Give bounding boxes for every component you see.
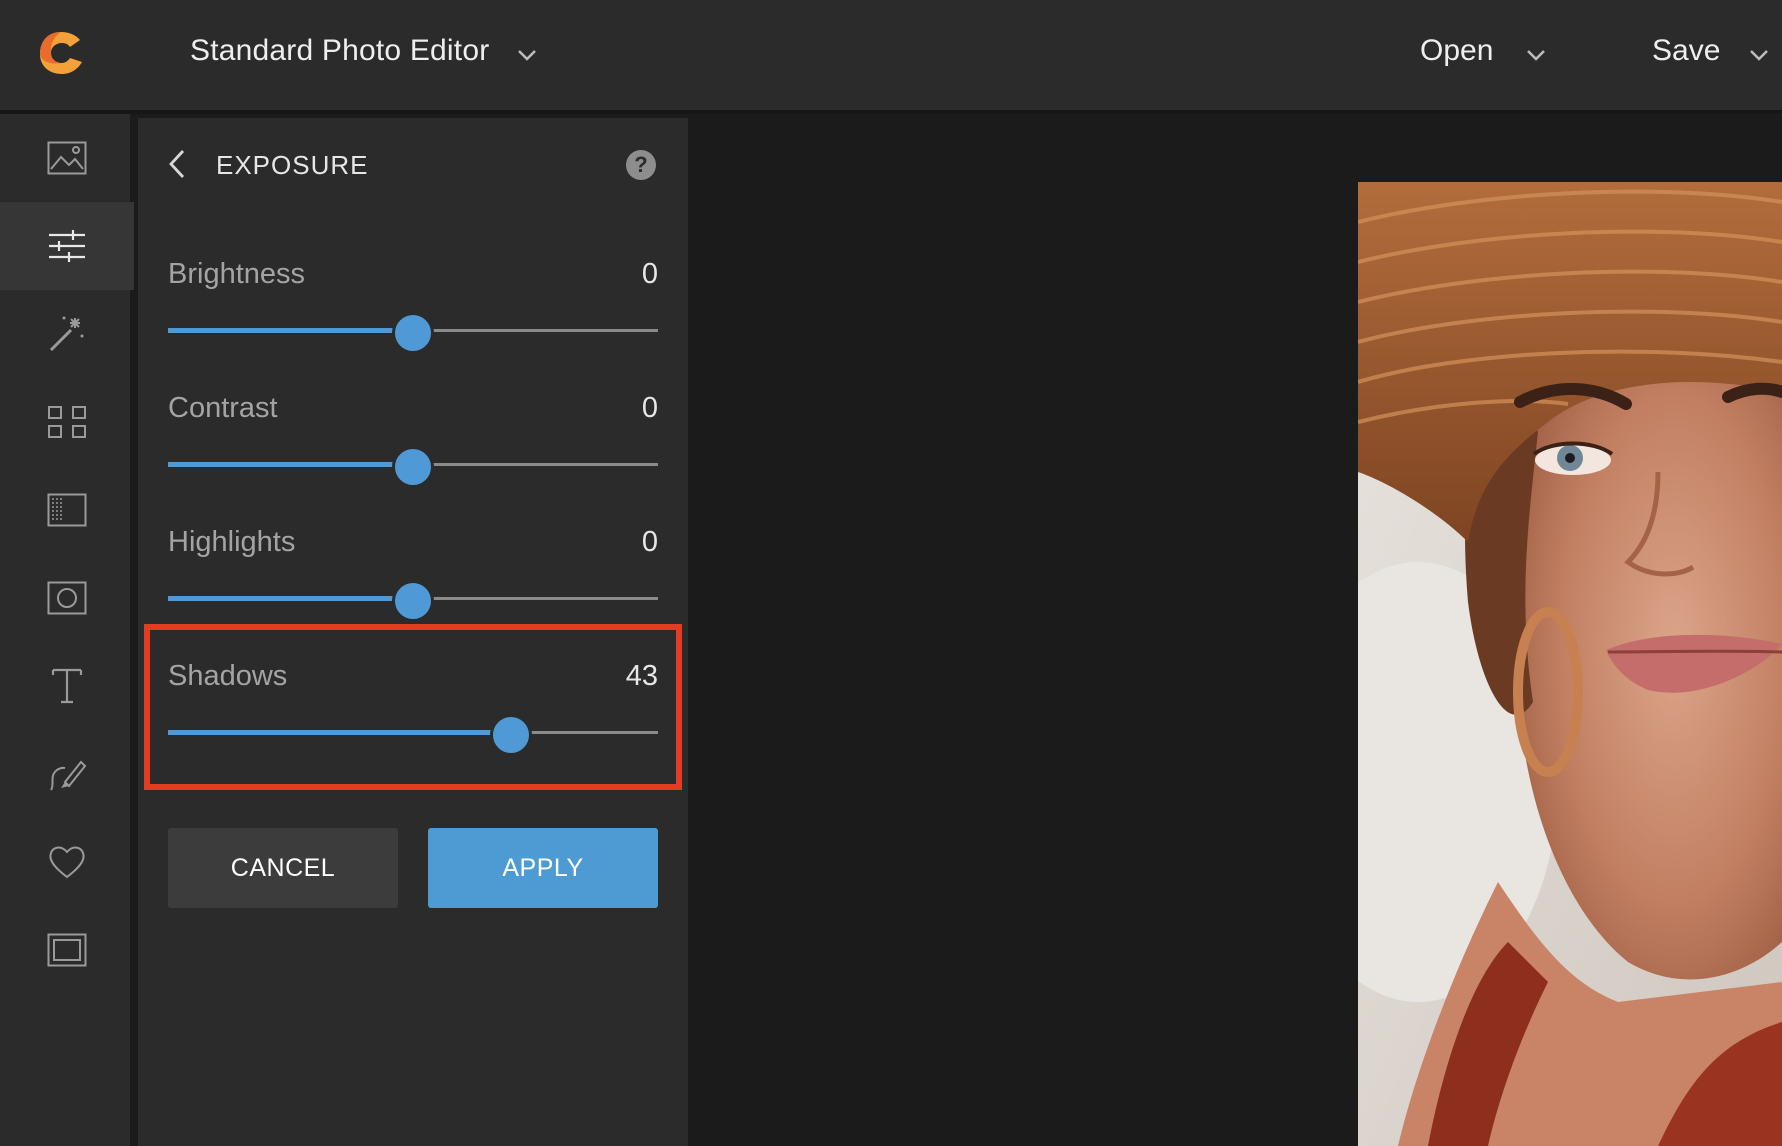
contrast-control: Contrast 0 — [168, 392, 658, 512]
heart-icon — [49, 846, 85, 879]
back-arrow-icon[interactable] — [166, 148, 188, 180]
rail-item-image[interactable] — [0, 114, 134, 202]
sliders-icon — [49, 230, 85, 262]
grid-icon — [48, 406, 86, 438]
editor-mode-dropdown[interactable]: Standard Photo Editor — [190, 34, 489, 68]
brightness-control: Brightness 0 — [168, 258, 658, 378]
open-menu-button[interactable]: Open — [1420, 34, 1493, 68]
cancel-button[interactable]: CANCEL — [168, 828, 398, 908]
rail-item-templates[interactable] — [0, 378, 134, 466]
chevron-down-icon[interactable] — [516, 48, 538, 62]
slider-thumb[interactable] — [392, 580, 434, 622]
shadows-label: Shadows — [168, 660, 288, 692]
panel-title: EXPOSURE — [216, 150, 369, 180]
highlights-value: 0 — [641, 526, 658, 558]
save-menu-button[interactable]: Save — [1652, 34, 1720, 68]
highlights-slider[interactable] — [168, 578, 658, 622]
shadows-value: 43 — [625, 660, 658, 692]
image-icon — [47, 141, 87, 175]
magic-wand-icon — [49, 316, 84, 352]
brightness-slider[interactable] — [168, 310, 658, 354]
brightness-value: 0 — [641, 258, 658, 290]
contrast-value: 0 — [641, 392, 658, 424]
chevron-down-icon[interactable] — [1748, 48, 1770, 62]
slider-fill — [168, 730, 493, 735]
shadows-slider[interactable] — [168, 712, 658, 756]
tool-rail — [0, 114, 134, 1146]
rail-item-stickers[interactable] — [0, 818, 134, 906]
rail-item-text[interactable] — [0, 642, 134, 730]
highlights-label: Highlights — [168, 526, 296, 558]
brightness-label: Brightness — [168, 258, 306, 290]
slider-thumb[interactable] — [392, 312, 434, 354]
slider-fill — [168, 596, 395, 601]
shadows-control: Shadows 43 — [168, 660, 658, 780]
rail-item-textures[interactable] — [0, 466, 134, 554]
slider-fill — [168, 328, 395, 333]
app-logo-icon[interactable] — [36, 28, 86, 78]
contrast-label: Contrast — [168, 392, 278, 424]
rail-item-vignette[interactable] — [0, 554, 134, 642]
texture-icon — [47, 493, 87, 527]
help-icon[interactable]: ? — [626, 150, 656, 180]
contrast-slider[interactable] — [168, 444, 658, 488]
brush-icon — [50, 760, 87, 791]
rail-item-adjust[interactable] — [0, 202, 134, 290]
rail-item-frames[interactable] — [0, 906, 134, 994]
exposure-panel: EXPOSURE ? Brightness 0 Contrast 0 Highl… — [138, 118, 688, 1146]
rail-item-draw[interactable] — [0, 730, 134, 818]
apply-button[interactable]: APPLY — [428, 828, 658, 908]
frame-icon — [47, 933, 87, 967]
text-icon — [51, 668, 83, 704]
photo-preview[interactable] — [1358, 182, 1782, 1146]
vignette-icon — [47, 581, 87, 615]
slider-thumb[interactable] — [392, 446, 434, 488]
slider-thumb[interactable] — [490, 714, 532, 756]
slider-fill — [168, 462, 395, 467]
top-bar: Standard Photo Editor Open Save — [0, 0, 1782, 114]
rail-item-effects[interactable] — [0, 290, 134, 378]
chevron-down-icon[interactable] — [1525, 48, 1547, 62]
